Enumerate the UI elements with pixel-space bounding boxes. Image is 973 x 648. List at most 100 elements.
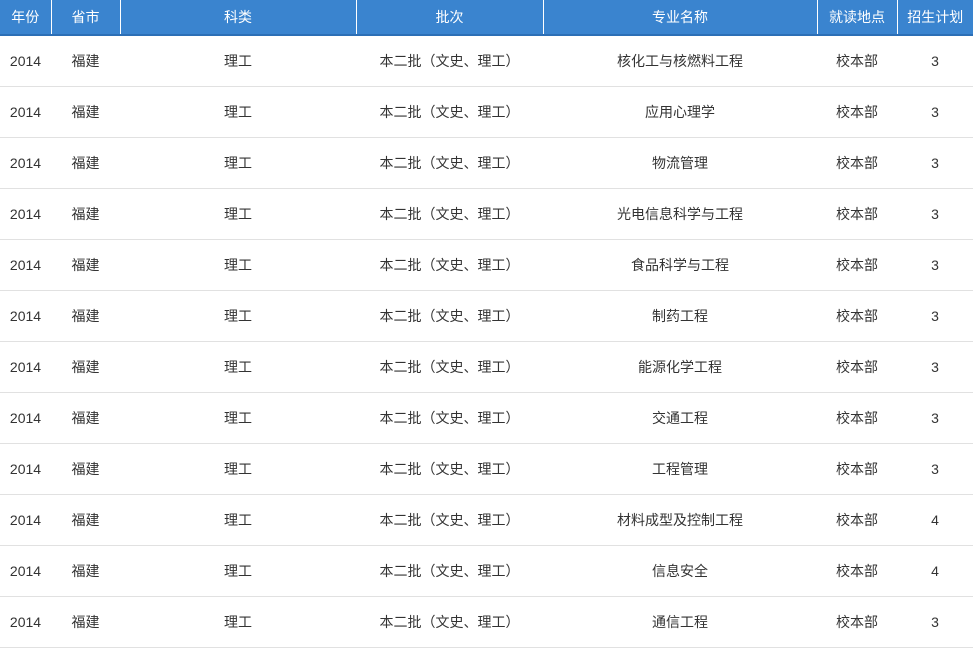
cell-province: 福建: [51, 545, 120, 597]
table-header: 年份 省市 科类 批次 专业名称 就读地点 招生计划: [0, 0, 973, 36]
admissions-table: 年份 省市 科类 批次 专业名称 就读地点 招生计划 2014 福建 理工 本二…: [0, 0, 973, 648]
cell-major: 交通工程: [543, 392, 817, 444]
cell-plan: 3: [897, 35, 973, 87]
cell-plan: 3: [897, 86, 973, 138]
cell-batch: 本二批（文史、理工）: [356, 545, 543, 597]
cell-batch: 本二批（文史、理工）: [356, 443, 543, 495]
cell-province: 福建: [51, 188, 120, 240]
cell-category: 理工: [120, 545, 356, 597]
cell-province: 福建: [51, 392, 120, 444]
cell-batch: 本二批（文史、理工）: [356, 341, 543, 393]
table-row: 2014 福建 理工 本二批（文史、理工） 物流管理 校本部 3: [0, 137, 973, 189]
cell-plan: 3: [897, 392, 973, 444]
cell-batch: 本二批（文史、理工）: [356, 188, 543, 240]
cell-year: 2014: [0, 392, 51, 444]
cell-year: 2014: [0, 341, 51, 393]
cell-campus: 校本部: [817, 392, 897, 444]
cell-plan: 3: [897, 443, 973, 495]
cell-province: 福建: [51, 443, 120, 495]
cell-major: 制药工程: [543, 290, 817, 342]
cell-category: 理工: [120, 494, 356, 546]
cell-major: 材料成型及控制工程: [543, 494, 817, 546]
cell-plan: 4: [897, 494, 973, 546]
cell-province: 福建: [51, 494, 120, 546]
cell-plan: 3: [897, 596, 973, 648]
cell-campus: 校本部: [817, 494, 897, 546]
cell-category: 理工: [120, 188, 356, 240]
table-row: 2014 福建 理工 本二批（文史、理工） 信息安全 校本部 4: [0, 545, 973, 597]
cell-year: 2014: [0, 35, 51, 87]
cell-year: 2014: [0, 443, 51, 495]
cell-batch: 本二批（文史、理工）: [356, 86, 543, 138]
cell-major: 信息安全: [543, 545, 817, 597]
cell-category: 理工: [120, 443, 356, 495]
cell-batch: 本二批（文史、理工）: [356, 137, 543, 189]
table-body: 2014 福建 理工 本二批（文史、理工） 核化工与核燃料工程 校本部 3 20…: [0, 35, 973, 648]
cell-year: 2014: [0, 86, 51, 138]
cell-province: 福建: [51, 341, 120, 393]
cell-category: 理工: [120, 596, 356, 648]
cell-province: 福建: [51, 290, 120, 342]
cell-campus: 校本部: [817, 341, 897, 393]
header-row: 年份 省市 科类 批次 专业名称 就读地点 招生计划: [0, 0, 973, 36]
cell-province: 福建: [51, 35, 120, 87]
cell-year: 2014: [0, 545, 51, 597]
table-row: 2014 福建 理工 本二批（文史、理工） 食品科学与工程 校本部 3: [0, 239, 973, 291]
cell-year: 2014: [0, 290, 51, 342]
cell-province: 福建: [51, 596, 120, 648]
header-plan[interactable]: 招生计划: [897, 0, 973, 36]
cell-major: 工程管理: [543, 443, 817, 495]
cell-plan: 3: [897, 137, 973, 189]
table-row: 2014 福建 理工 本二批（文史、理工） 能源化学工程 校本部 3: [0, 341, 973, 393]
cell-campus: 校本部: [817, 86, 897, 138]
cell-major: 核化工与核燃料工程: [543, 35, 817, 87]
header-category[interactable]: 科类: [120, 0, 357, 36]
cell-campus: 校本部: [817, 239, 897, 291]
cell-campus: 校本部: [817, 188, 897, 240]
table-row: 2014 福建 理工 本二批（文史、理工） 交通工程 校本部 3: [0, 392, 973, 444]
cell-category: 理工: [120, 35, 356, 87]
cell-year: 2014: [0, 188, 51, 240]
cell-batch: 本二批（文史、理工）: [356, 494, 543, 546]
cell-batch: 本二批（文史、理工）: [356, 290, 543, 342]
cell-plan: 3: [897, 188, 973, 240]
cell-province: 福建: [51, 137, 120, 189]
header-province[interactable]: 省市: [51, 0, 121, 36]
cell-campus: 校本部: [817, 443, 897, 495]
header-year[interactable]: 年份: [0, 0, 52, 36]
table-row: 2014 福建 理工 本二批（文史、理工） 材料成型及控制工程 校本部 4: [0, 494, 973, 546]
cell-category: 理工: [120, 290, 356, 342]
cell-major: 能源化学工程: [543, 341, 817, 393]
cell-plan: 3: [897, 341, 973, 393]
cell-batch: 本二批（文史、理工）: [356, 392, 543, 444]
cell-category: 理工: [120, 392, 356, 444]
cell-batch: 本二批（文史、理工）: [356, 239, 543, 291]
table-row: 2014 福建 理工 本二批（文史、理工） 工程管理 校本部 3: [0, 443, 973, 495]
header-campus[interactable]: 就读地点: [817, 0, 898, 36]
cell-province: 福建: [51, 86, 120, 138]
header-major[interactable]: 专业名称: [543, 0, 818, 36]
cell-plan: 3: [897, 290, 973, 342]
cell-plan: 4: [897, 545, 973, 597]
cell-category: 理工: [120, 239, 356, 291]
cell-year: 2014: [0, 596, 51, 648]
cell-major: 物流管理: [543, 137, 817, 189]
cell-campus: 校本部: [817, 35, 897, 87]
cell-campus: 校本部: [817, 290, 897, 342]
table-row: 2014 福建 理工 本二批（文史、理工） 光电信息科学与工程 校本部 3: [0, 188, 973, 240]
cell-batch: 本二批（文史、理工）: [356, 35, 543, 87]
table-row: 2014 福建 理工 本二批（文史、理工） 核化工与核燃料工程 校本部 3: [0, 35, 973, 87]
cell-campus: 校本部: [817, 545, 897, 597]
cell-major: 光电信息科学与工程: [543, 188, 817, 240]
table-row: 2014 福建 理工 本二批（文史、理工） 制药工程 校本部 3: [0, 290, 973, 342]
cell-batch: 本二批（文史、理工）: [356, 596, 543, 648]
cell-year: 2014: [0, 494, 51, 546]
cell-major: 食品科学与工程: [543, 239, 817, 291]
cell-category: 理工: [120, 86, 356, 138]
cell-plan: 3: [897, 239, 973, 291]
header-batch[interactable]: 批次: [356, 0, 544, 36]
cell-campus: 校本部: [817, 137, 897, 189]
cell-major: 通信工程: [543, 596, 817, 648]
cell-major: 应用心理学: [543, 86, 817, 138]
table-row: 2014 福建 理工 本二批（文史、理工） 应用心理学 校本部 3: [0, 86, 973, 138]
